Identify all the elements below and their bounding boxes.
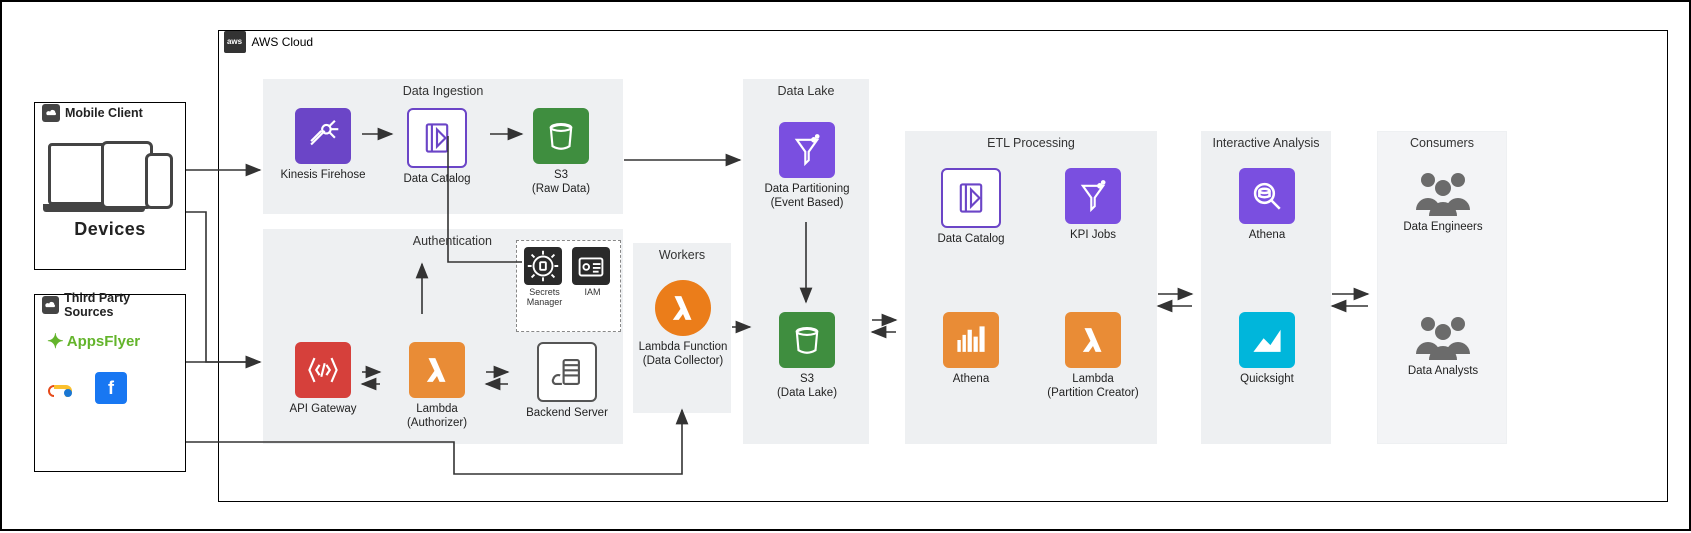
group-analysis: Interactive Analysis Athena Quicksight — [1201, 131, 1331, 444]
node-backend-server: Backend Server — [512, 342, 622, 420]
group-title: Data Lake — [744, 80, 868, 98]
lambda-icon — [409, 342, 465, 398]
cloud-icon — [42, 104, 60, 122]
secrets-label: Secrets Manager — [524, 287, 566, 307]
node-kpi-jobs: KPI Jobs — [1038, 168, 1148, 242]
node-data-partitioning: Data Partitioning (Event Based) — [752, 122, 862, 211]
aws-cloud-title: AWS Cloud — [252, 35, 314, 49]
facebook-icon: f — [95, 372, 127, 404]
kinesis-icon — [295, 108, 351, 164]
group-authentication: Authentication Secrets Manager IAM — [263, 229, 623, 444]
group-workers: Workers Lambda Function (Data Collector) — [633, 243, 731, 413]
lambda-icon — [1065, 312, 1121, 368]
node-label: Athena — [953, 373, 989, 385]
athena-icon — [943, 312, 999, 368]
panel-mobile-client: Mobile Client Devices — [34, 102, 186, 270]
server-icon — [537, 342, 597, 402]
node-lambda-authorizer: Lambda (Authorizer) — [382, 342, 492, 431]
node-label: S3 — [554, 169, 568, 181]
node-api-gateway: API Gateway — [268, 342, 378, 416]
group-consumers: Consumers Data Engineers Data Analysts — [1377, 131, 1507, 444]
node-label: Data Catalog — [403, 173, 470, 185]
s3-icon — [779, 312, 835, 368]
iam-icon — [572, 247, 610, 285]
node-sublabel: (Event Based) — [771, 197, 844, 209]
node-label: Athena — [1249, 229, 1285, 241]
panel-title: Third Party Sources — [64, 291, 177, 319]
node-kinesis-firehose: Kinesis Firehose — [268, 108, 378, 182]
node-label: Data Catalog — [937, 233, 1004, 245]
glue-partition-icon — [779, 122, 835, 178]
node-quicksight: Quicksight — [1212, 312, 1322, 386]
node-data-analysts: Data Analysts — [1388, 312, 1498, 378]
devices-illustration — [48, 133, 173, 213]
node-label: Lambda Function — [639, 341, 728, 353]
node-sublabel: (Partition Creator) — [1047, 387, 1138, 399]
node-label: Lambda — [416, 403, 458, 415]
group-title: Data Ingestion — [264, 80, 622, 98]
group-title: Workers — [634, 244, 730, 262]
node-label: Data Engineers — [1403, 221, 1482, 233]
admob-icon — [47, 372, 79, 404]
iam-label: IAM — [572, 287, 614, 297]
group-data-ingestion: Data Ingestion Kinesis Firehose Data Cat… — [263, 79, 623, 214]
node-label: KPI Jobs — [1070, 229, 1116, 241]
node-label: Data Partitioning — [764, 183, 849, 195]
panel-third-party: Third Party Sources ✦AppsFlyer f — [34, 294, 186, 472]
node-label: S3 — [800, 373, 814, 385]
secrets-iam-box: Secrets Manager IAM — [516, 240, 621, 332]
users-icon — [1408, 312, 1478, 360]
group-data-lake: Data Lake Data Partitioning (Event Based… — [743, 79, 869, 444]
node-sublabel: (Data Collector) — [643, 355, 724, 367]
devices-caption: Devices — [35, 219, 185, 240]
node-lambda-partition: Lambda (Partition Creator) — [1038, 312, 1148, 401]
appsflyer-label: AppsFlyer — [67, 333, 140, 350]
node-sublabel: (Raw Data) — [532, 183, 590, 195]
quicksight-icon — [1239, 312, 1295, 368]
athena-icon — [1239, 168, 1295, 224]
node-label: API Gateway — [289, 403, 356, 415]
users-icon — [1408, 168, 1478, 216]
node-sublabel: (Authorizer) — [407, 417, 467, 429]
node-label: Lambda — [1072, 373, 1114, 385]
secrets-manager-icon — [524, 247, 562, 285]
node-data-catalog-etl: Data Catalog — [916, 168, 1026, 246]
catalog-icon — [407, 108, 467, 168]
node-label: Backend Server — [526, 407, 608, 419]
group-title: Consumers — [1378, 132, 1506, 150]
cloud-icon — [42, 296, 59, 314]
lambda-icon — [655, 280, 711, 336]
node-athena-analysis: Athena — [1212, 168, 1322, 242]
group-title: ETL Processing — [906, 132, 1156, 150]
node-sublabel: (Data Lake) — [777, 387, 837, 399]
node-s3-lake: S3 (Data Lake) — [752, 312, 862, 401]
node-athena-etl: Athena — [916, 312, 1026, 386]
node-label: Data Analysts — [1408, 365, 1478, 377]
node-data-engineers: Data Engineers — [1388, 168, 1498, 234]
s3-icon — [533, 108, 589, 164]
aws-cloud-container: aws AWS Cloud Data Ingestion Kinesis Fir… — [218, 30, 1668, 502]
aws-logo-icon: aws — [224, 31, 246, 53]
group-title: Interactive Analysis — [1202, 132, 1330, 150]
api-gateway-icon — [295, 342, 351, 398]
group-etl: ETL Processing Data Catalog KPI Jobs Ath… — [905, 131, 1157, 444]
panel-title: Mobile Client — [65, 106, 143, 120]
node-lambda-collector: Lambda Function (Data Collector) — [628, 280, 738, 369]
node-data-catalog-ingest: Data Catalog — [382, 108, 492, 186]
glue-job-icon — [1065, 168, 1121, 224]
node-label: Kinesis Firehose — [280, 169, 365, 181]
catalog-icon — [941, 168, 1001, 228]
node-label: Quicksight — [1240, 373, 1294, 385]
appsflyer-logo: ✦AppsFlyer — [47, 329, 140, 354]
node-s3-raw: S3 (Raw Data) — [506, 108, 616, 197]
diagram-canvas: Mobile Client Devices Third Party Source… — [0, 0, 1691, 531]
